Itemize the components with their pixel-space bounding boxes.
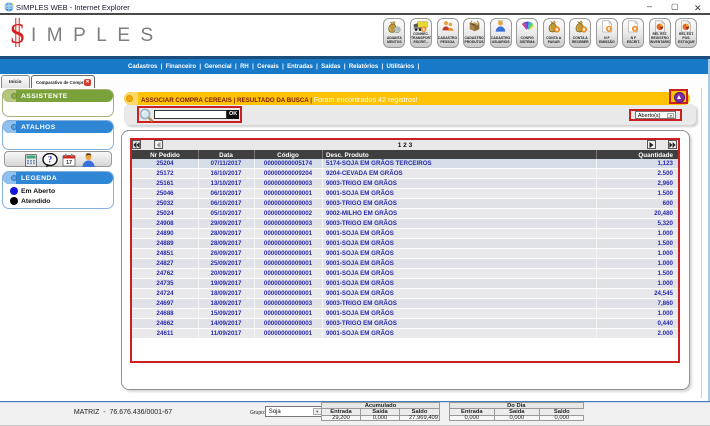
svg-text:S: S — [10, 19, 26, 48]
svg-text:17: 17 — [66, 160, 72, 166]
svg-text:?: ? — [48, 154, 53, 164]
